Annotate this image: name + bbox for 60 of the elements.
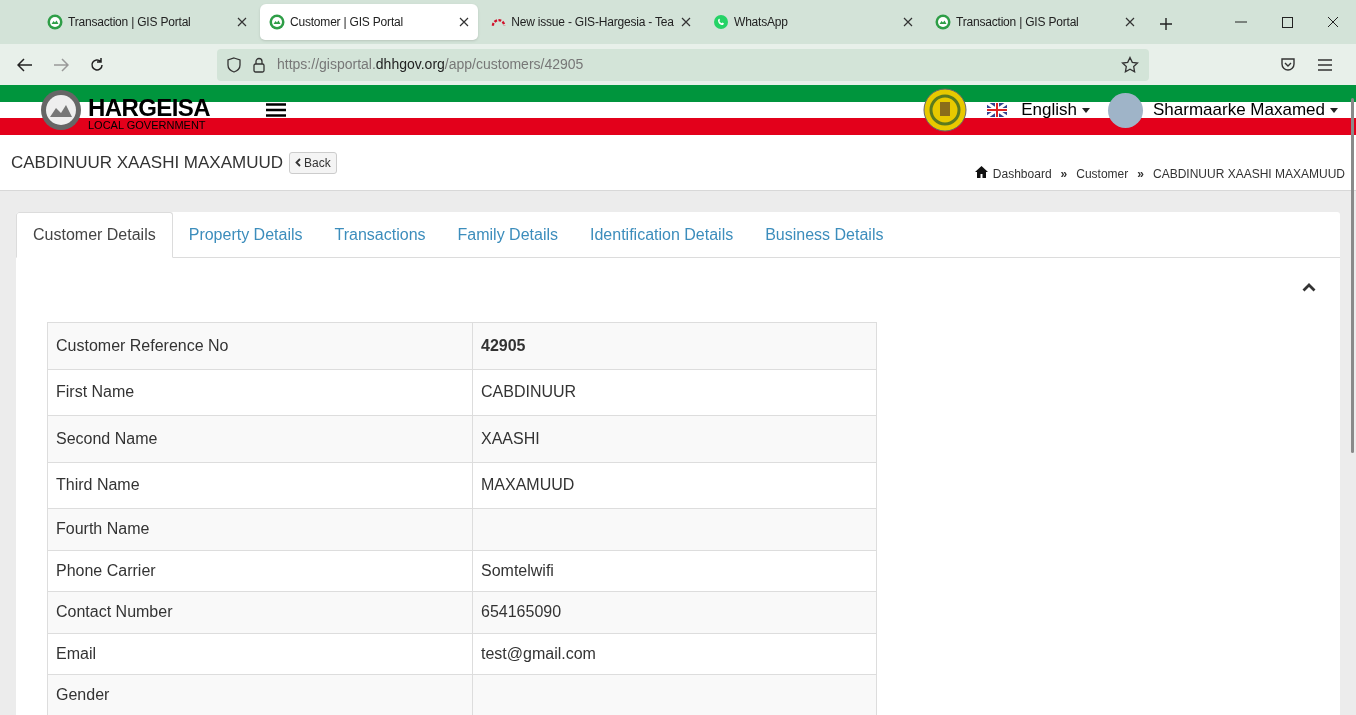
emblem-icon <box>923 88 968 132</box>
tab-title: Transaction | GIS Portal <box>956 14 1080 31</box>
maximize-icon <box>1281 16 1293 28</box>
chat-bubble-icon <box>713 14 729 30</box>
language-dropdown[interactable]: English <box>1021 97 1091 123</box>
menu-icon[interactable] <box>1318 58 1332 71</box>
logo-subtitle: LOCAL GOVERNMENT <box>88 119 207 131</box>
avatar-icon <box>1108 92 1144 128</box>
globe-logo-icon <box>935 14 951 30</box>
plus-icon <box>1159 17 1173 31</box>
lock-icon <box>253 56 265 73</box>
tab-title: New issue - GIS-Hargesia - Tea <box>511 14 674 31</box>
globe-logo-icon <box>47 14 63 30</box>
field-value: XAASHI <box>473 416 877 463</box>
tab[interactable]: Customer Details <box>16 212 173 258</box>
home-icon <box>974 166 988 178</box>
logo-title: HARGEISA <box>88 95 210 120</box>
tab[interactable]: Business Details <box>749 212 900 258</box>
field-label: Fourth Name <box>48 509 473 551</box>
page-title: CABDINUUR XAASHI MAXAMUUD <box>11 151 284 174</box>
star-icon[interactable] <box>1121 55 1139 74</box>
shield-icon <box>227 56 241 73</box>
tab-title: Transaction | GIS Portal <box>68 14 192 31</box>
address-bar[interactable]: https://gisportal.dhhgov.org/app/customers/42905 <box>217 48 1149 81</box>
tab[interactable]: Property Details <box>172 212 319 258</box>
browser-tab[interactable]: Transaction | GIS Portal <box>38 4 256 40</box>
chevron-left-icon <box>295 158 302 167</box>
minimize-icon <box>1235 21 1247 23</box>
breadcrumb-separator: » <box>1060 165 1068 183</box>
uk-flag-icon <box>987 103 1008 117</box>
field-value: 654165090 <box>473 592 877 634</box>
tab[interactable]: Transactions <box>318 212 442 258</box>
browser-tab[interactable]: Transaction | GIS Portal <box>926 4 1144 40</box>
breadcrumb-current: CABDINUUR XAASHI MAXAMUUD <box>1152 165 1345 183</box>
breadcrumb-separator: » <box>1137 165 1144 183</box>
field-label: Customer Reference No <box>48 323 473 370</box>
tab-title: Customer | GIS Portal <box>290 14 404 31</box>
browser-tab[interactable]: Customer | GIS Portal <box>260 4 478 40</box>
browser-tab[interactable]: New issue - GIS-Hargesia - Tea <box>482 4 700 40</box>
field-label: Gender <box>48 675 473 715</box>
caret-down-icon <box>1330 107 1338 113</box>
caret-down-icon <box>1082 107 1091 113</box>
collapse-caret-icon[interactable] <box>1302 282 1316 292</box>
back-button[interactable]: Back <box>289 151 337 174</box>
hamburger-menu-icon[interactable] <box>265 103 286 117</box>
browser-tab[interactable]: WhatsApp <box>704 4 922 40</box>
pocket-icon[interactable] <box>1280 56 1296 73</box>
user-dropdown[interactable]: Sharmaarke Maxamed <box>1153 97 1338 123</box>
globe-logo-icon <box>269 14 285 30</box>
tab-title: WhatsApp <box>734 14 789 31</box>
breadcrumb-link[interactable]: Dashboard <box>992 164 1052 183</box>
field-label: Second Name <box>48 416 473 463</box>
field-label: Contact Number <box>48 592 473 634</box>
field-value: 42905 <box>473 323 877 370</box>
close-icon <box>1327 16 1339 28</box>
tab[interactable]: Family Details <box>441 212 574 258</box>
breadcrumb-link[interactable]: Customer <box>1076 164 1129 183</box>
url-text: https://gisportal.dhhgov.org/app/customers/42905 <box>277 55 584 74</box>
tab[interactable]: Identification Details <box>574 212 750 258</box>
seal-logo-icon <box>40 89 82 131</box>
